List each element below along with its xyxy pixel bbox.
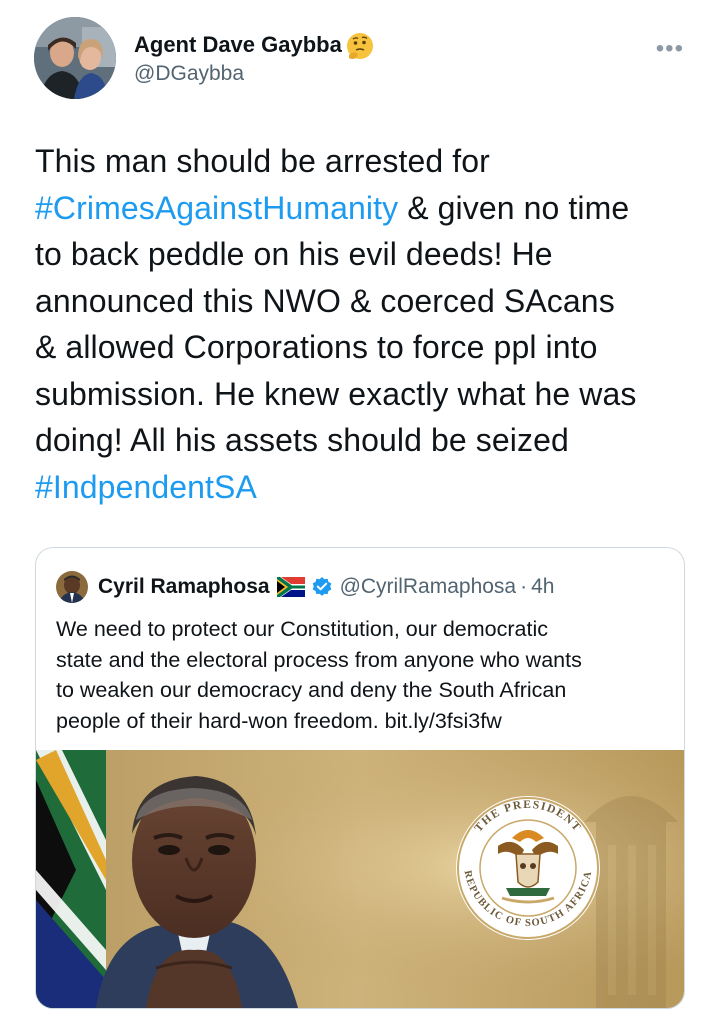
author-handle[interactable]: @DGaybba [134, 62, 244, 86]
quoted-tweet-line: We need to protect our Constitution, our… [56, 617, 548, 641]
tweet-text-segment: submission. He knew exactly what he was [35, 375, 637, 412]
tweet-line: announced this NWO & coerced SAcans [35, 278, 695, 325]
thinking-face-emoji-icon [345, 31, 375, 61]
tweet-line: & allowed Corporations to force ppl into [35, 324, 695, 371]
tweet-text-segment: & allowed Corporations to force ppl into [35, 329, 598, 365]
quoted-tweet-line: state and the electoral process from any… [56, 647, 582, 672]
author-avatar[interactable] [34, 17, 116, 99]
verified-badge-icon [311, 576, 333, 598]
quoted-tweet-text: We need to protect our Constitution, our… [56, 614, 666, 736]
south-africa-flag-icon [276, 577, 305, 597]
tweet-line: doing! All his assets should be seized [35, 417, 695, 464]
quoted-tweet-header: Cyril Ramaphosa @CyrilRamaphosa · 4h [56, 570, 554, 604]
tweet-line: submission. He knew exactly what he was [35, 371, 695, 418]
tweet-line: #IndpendentSA [35, 464, 695, 511]
more-options-icon[interactable]: ••• [656, 35, 684, 63]
tweet-line: to back peddle on his evil deeds! He [35, 231, 695, 278]
author-name-text: Agent Dave Gaybba [134, 32, 342, 57]
tweet-text-segment: This man should be arrested for [35, 143, 490, 179]
tweet-line: This man should be arrested for [35, 138, 695, 185]
hashtag-crimes-against-humanity[interactable]: #CrimesAgainstHumanity [35, 190, 398, 226]
separator-dot: · [520, 575, 528, 598]
tweet-text-segment: to back peddle on his evil deeds! He [35, 236, 553, 272]
author-name[interactable]: Agent Dave Gaybba [134, 30, 375, 60]
quoted-tweet-card[interactable]: Cyril Ramaphosa @CyrilRamaphosa · 4h We … [35, 547, 685, 1009]
quoted-tweet-image[interactable]: THE PRESIDENT REPUBLIC OF SOUTH AFRICA [36, 750, 684, 1008]
quoted-author-name[interactable]: Cyril Ramaphosa [98, 575, 270, 599]
tweet-text: This man should be arrested for #CrimesA… [35, 138, 695, 510]
hashtag-indpendent-sa[interactable]: #IndpendentSA [35, 469, 257, 505]
quoted-author-handle[interactable]: @CyrilRamaphosa [340, 575, 517, 599]
tweet-text-segment: & given no time [398, 189, 630, 226]
tweet-text-segment: doing! All his assets should be seized [35, 422, 569, 458]
quoted-tweet-line: to weaken our democracy and deny the Sou… [56, 678, 567, 702]
tweet-line: #CrimesAgainstHumanity & given no time [35, 185, 695, 232]
quoted-tweet-timestamp[interactable]: 4h [531, 575, 554, 599]
quoted-author-avatar[interactable] [56, 571, 88, 603]
tweet-text-segment: announced this NWO & coerced SAcans [35, 282, 615, 319]
quoted-tweet-line[interactable]: people of their hard-won freedom. bit.ly… [56, 706, 666, 737]
